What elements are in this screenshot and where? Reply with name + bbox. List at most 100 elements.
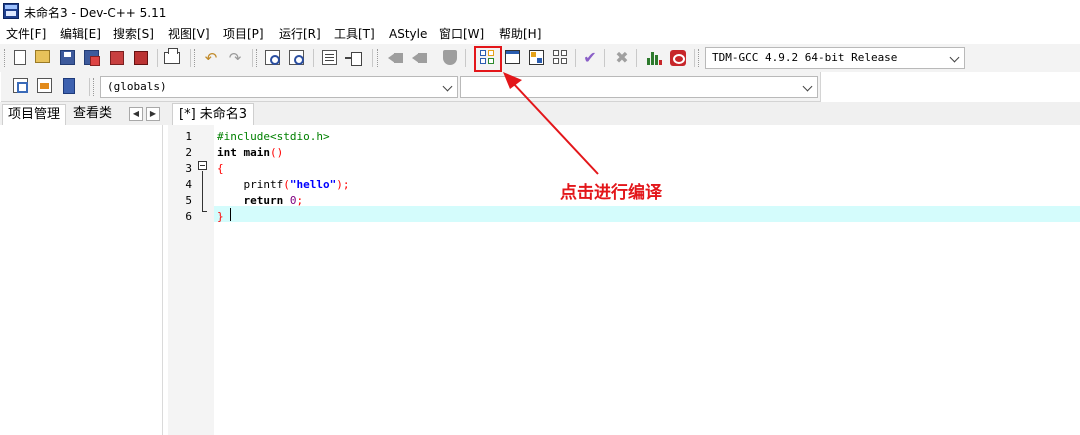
code-line-1: #include<stdio.h> bbox=[217, 129, 330, 145]
members-select[interactable] bbox=[460, 76, 818, 98]
toggle-comment-icon bbox=[412, 50, 428, 66]
title-bar: 未命名3 - Dev-C++ 5.11 bbox=[0, 0, 1080, 24]
tab-untitled3[interactable]: [*] 未命名3 bbox=[172, 103, 255, 125]
menu-run[interactable]: 运行[R] bbox=[279, 26, 321, 42]
bookmark-toggle-icon[interactable] bbox=[63, 78, 75, 94]
secondary-toolbar: (globals) bbox=[0, 72, 1080, 102]
menu-search[interactable]: 搜索[S] bbox=[113, 26, 154, 42]
code-line-6: } bbox=[217, 209, 224, 225]
menu-tools[interactable]: 工具[T] bbox=[334, 26, 375, 42]
chart-icon[interactable] bbox=[646, 50, 662, 66]
function-printf: printf bbox=[217, 178, 284, 191]
syntax-check-icon[interactable]: ✔ bbox=[582, 50, 598, 66]
secondary-toolbar-box: (globals) bbox=[1, 72, 821, 102]
toolbar-grip[interactable] bbox=[93, 78, 96, 96]
toolbar-separator bbox=[157, 49, 158, 67]
chevron-down-icon bbox=[802, 81, 813, 92]
toolbar-grip[interactable] bbox=[377, 49, 380, 67]
keyword-return: return bbox=[217, 194, 284, 207]
code-editor[interactable]: #include<stdio.h> int main() { printf("h… bbox=[214, 125, 1080, 435]
toolbar-separator bbox=[313, 49, 314, 67]
toolbar-separator bbox=[372, 49, 373, 67]
toolbar-separator bbox=[252, 49, 253, 67]
find-icon[interactable] bbox=[265, 50, 280, 65]
code-line-5: return 0; bbox=[217, 193, 303, 209]
devcpp-app-icon bbox=[3, 3, 19, 19]
fold-collapse-icon[interactable] bbox=[198, 161, 207, 170]
toolbar-separator bbox=[636, 49, 637, 67]
globals-select[interactable]: (globals) bbox=[100, 76, 458, 98]
fold-guide bbox=[202, 171, 203, 211]
toolbar-separator bbox=[604, 49, 605, 67]
line-number: 6 bbox=[185, 210, 192, 223]
preprocessor-include: #include<stdio.h> bbox=[217, 130, 330, 143]
annotation-text: 点击进行编译 bbox=[560, 183, 662, 203]
tab-scroll-right-icon[interactable]: ▶ bbox=[146, 107, 160, 121]
goto-icon[interactable] bbox=[322, 50, 337, 65]
toolbar-separator bbox=[190, 49, 191, 67]
menu-help[interactable]: 帮助[H] bbox=[499, 26, 541, 42]
tab-class-browser[interactable]: 查看类 bbox=[68, 104, 117, 125]
menu-window[interactable]: 窗口[W] bbox=[439, 26, 484, 42]
close-icon[interactable] bbox=[110, 51, 124, 65]
toolbar-grip[interactable] bbox=[256, 49, 259, 67]
toolbar-separator bbox=[465, 49, 466, 67]
left-panel-tabs: 项目管理 查看类 ◀ ▶ bbox=[0, 102, 168, 125]
line-number: 2 bbox=[185, 146, 192, 159]
line-number: 4 bbox=[185, 178, 192, 191]
toggle-breakpoint-icon[interactable] bbox=[37, 78, 52, 93]
paren-close: ); bbox=[336, 178, 350, 191]
indent-icon[interactable] bbox=[345, 50, 362, 66]
main-toolbar: ↶ ↷ ✔ ✖ TDM-GCC 4.9.2 64-bit Release bbox=[0, 44, 1080, 72]
compile-highlight-box bbox=[474, 46, 502, 72]
code-line-2: int main() bbox=[217, 145, 283, 161]
stop-icon: ✖ bbox=[615, 48, 629, 67]
menu-file[interactable]: 文件[F] bbox=[6, 26, 46, 42]
chevron-down-icon bbox=[442, 81, 453, 92]
keyword-int: int bbox=[217, 146, 237, 159]
tab-project-manager[interactable]: 项目管理 bbox=[2, 104, 67, 125]
window-title: 未命名3 - Dev-C++ 5.11 bbox=[24, 6, 167, 20]
compiler-select[interactable]: TDM-GCC 4.9.2 64-bit Release bbox=[705, 47, 965, 69]
fold-guide-end bbox=[202, 211, 207, 212]
line-number: 3 bbox=[185, 162, 192, 175]
unindent-icon bbox=[388, 50, 404, 66]
insert-icon[interactable] bbox=[13, 78, 28, 93]
menu-edit[interactable]: 编辑[E] bbox=[60, 26, 101, 42]
text-caret bbox=[230, 208, 231, 221]
toolbar-grip[interactable] bbox=[698, 49, 701, 67]
rebuild-icon[interactable] bbox=[553, 50, 568, 65]
string-hello: "hello" bbox=[289, 178, 337, 191]
compiler-select-value: TDM-GCC 4.9.2 64-bit Release bbox=[712, 51, 898, 64]
compile-run-icon[interactable] bbox=[529, 50, 544, 65]
replace-icon[interactable] bbox=[289, 50, 304, 65]
menu-bar: 文件[F] 编辑[E] 搜索[S] 视图[V] 项目[P] 运行[R] 工具[T… bbox=[0, 24, 1080, 44]
save-all-icon[interactable] bbox=[84, 50, 100, 66]
toolbar-grip[interactable] bbox=[4, 49, 7, 67]
tab-scroll-left-icon[interactable]: ◀ bbox=[129, 107, 143, 121]
print-icon[interactable] bbox=[164, 48, 180, 64]
toolbar-separator bbox=[694, 49, 695, 67]
close-all-icon[interactable] bbox=[134, 51, 148, 65]
function-main: main bbox=[236, 146, 270, 159]
profile-icon[interactable] bbox=[670, 50, 686, 66]
editor-tab-strip: [*] 未命名3 bbox=[168, 102, 1080, 125]
menu-project[interactable]: 项目[P] bbox=[223, 26, 264, 42]
bookmark-icon bbox=[443, 50, 457, 65]
redo-icon[interactable]: ↷ bbox=[227, 50, 243, 66]
open-icon[interactable] bbox=[35, 50, 50, 63]
paren-open: ( bbox=[283, 178, 290, 191]
brace-open: { bbox=[217, 162, 224, 175]
new-file-icon[interactable] bbox=[14, 50, 26, 65]
code-line-3: { bbox=[217, 161, 224, 177]
menu-astyle[interactable]: AStyle bbox=[389, 26, 427, 42]
save-icon[interactable] bbox=[60, 50, 75, 65]
line-number-gutter: 1 2 3 4 5 6 bbox=[168, 125, 214, 435]
project-tree-panel[interactable] bbox=[0, 125, 163, 435]
toolbar-grip[interactable] bbox=[194, 49, 197, 67]
toolbar-separator bbox=[89, 78, 90, 96]
run-icon[interactable] bbox=[505, 50, 520, 64]
editor-area: [*] 未命名3 1 2 3 4 5 6 #include<stdio.h> i… bbox=[168, 102, 1080, 435]
undo-icon[interactable]: ↶ bbox=[203, 50, 219, 66]
menu-view[interactable]: 视图[V] bbox=[168, 26, 210, 42]
